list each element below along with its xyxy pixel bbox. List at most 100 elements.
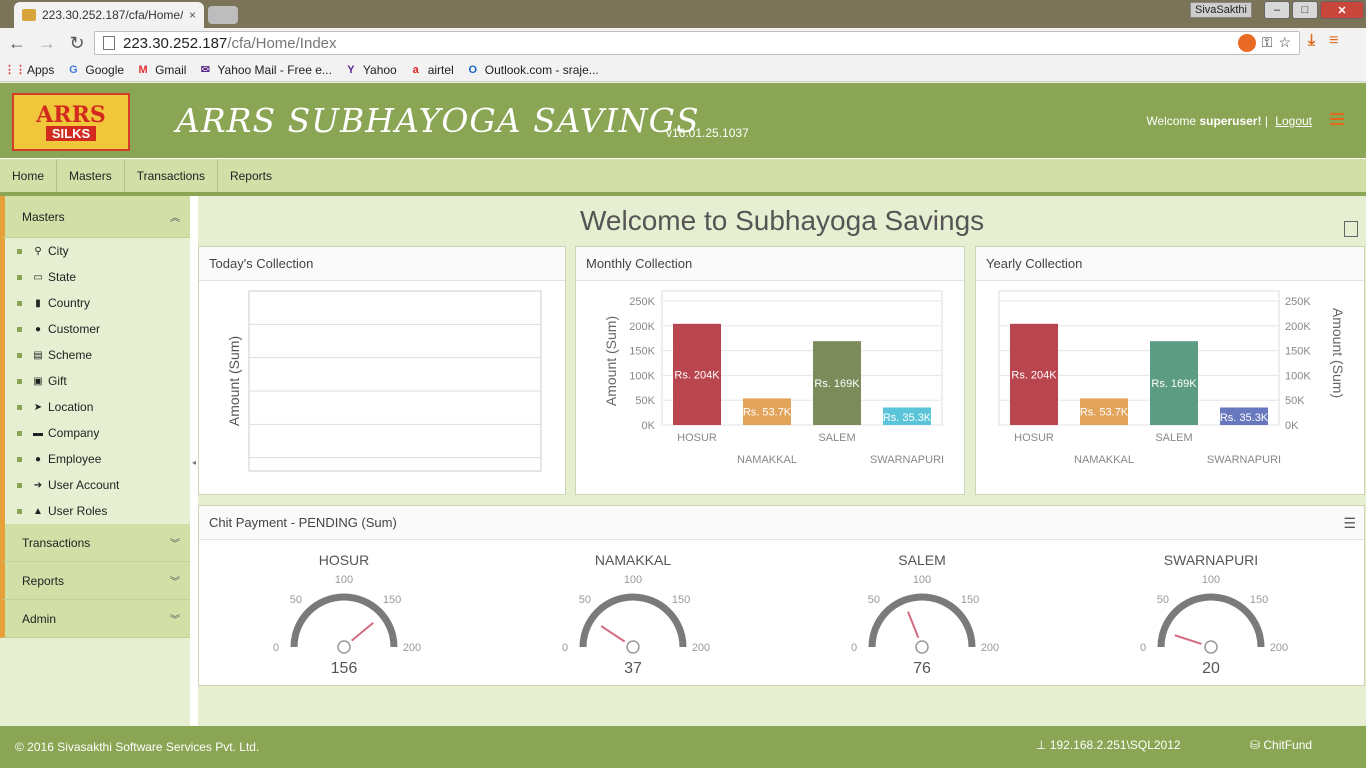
gauge-tick-label: 50 [579,594,591,606]
sign-in-icon: ➔ [33,479,43,491]
bookmark-label: Yahoo [362,62,397,77]
gauge-tick-label: 0 [562,642,568,654]
sidebar-item-gift[interactable]: ▣ Gift [13,368,190,394]
bullet-icon [17,456,22,462]
gauge-title: SWARNAPURI [1164,552,1258,568]
chevron-down-icon[interactable]: ︾ [170,573,180,588]
data-label: Rs. 169K [814,378,860,390]
bookmark-yahoo-mail[interactable]: ✉ Yahoo Mail - Free e... [198,63,332,77]
y-tick-label: 50K [1285,395,1305,407]
chevron-down-icon[interactable]: ︾ [170,535,180,550]
bookmark-apps[interactable]: ⋮⋮ Apps [4,63,54,77]
welcome-text: Welcome superuser! | Logout [1146,114,1312,128]
database-icon: ⛁ [1250,738,1264,752]
gauge-arc [1157,593,1265,648]
sidebar-item-customer[interactable]: ● Customer [13,316,190,342]
bookmark-star-icon[interactable]: ☆ [1278,34,1291,52]
page-title: Welcome to Subhayoga Savings [580,205,985,236]
server-info: ⊥ 192.168.2.251\SQL2012 [1036,738,1181,752]
sidebar-item-user-roles[interactable]: ▲ User Roles [13,498,190,524]
gauge-tick-label: 200 [403,642,421,654]
key-icon[interactable]: ⚿ [1262,34,1273,52]
sidebar-splitter[interactable]: ◂ [190,196,198,726]
reload-icon[interactable]: ↻ [64,33,90,54]
nav-home[interactable]: Home [0,159,58,193]
gauge-value: 37 [624,660,642,677]
sidebar-item-city[interactable]: ⚲ City [13,238,190,264]
bookmark-gmail[interactable]: M Gmail [136,63,186,77]
sidebar-item-employee[interactable]: ● Employee [13,446,190,472]
chevron-up-icon[interactable]: ︽ [170,209,180,224]
panel-title: Monthly Collection [576,247,964,281]
sidebar-item-company[interactable]: ▬ Company [13,420,190,446]
gauge-needle [351,622,374,642]
new-tab-button[interactable] [208,6,238,24]
yearly-collection-chart: 0K 50K 100K 150K 200K 250K Amount (Sum) Rs. 204… [998,290,1346,466]
back-arrow-icon[interactable]: ← [4,33,30,54]
monthly-collection-chart: 0K 50K 100K 150K 200K 250K Amount (Sum) Rs. 204… [603,290,944,466]
gauge-tick-label: 200 [692,642,710,654]
separator: | [1264,114,1268,128]
bookmark-label: Yahoo Mail - Free e... [217,62,332,77]
data-label: Rs. 53.7K [1080,407,1129,419]
window-user-badge[interactable]: SivaSakthi [1190,2,1252,18]
tab-close-icon[interactable]: × [189,8,196,22]
collapse-arrow-icon[interactable]: ◂ [192,458,196,467]
sidebar-item-country[interactable]: ▮ Country [13,290,190,316]
gauge-title: NAMAKKAL [595,552,671,568]
nav-masters[interactable]: Masters [57,159,125,193]
sidebar-section-reports[interactable]: Reports ︾ [0,562,190,600]
x-tick-label: HOSUR [1014,432,1054,444]
bookmark-google[interactable]: G Google [66,63,124,77]
download-icon[interactable]: ⤓ [1308,32,1315,50]
forward-arrow-icon[interactable]: → [34,33,60,54]
chrome-menu-icon[interactable]: ≡ [1329,32,1338,50]
sidebar-section-admin[interactable]: Admin ︾ [0,600,190,638]
sidebar-masters-list: ⚲ City ▭ State ▮ Country ● Customer ▤ Scheme ▣ Gift… [0,238,190,524]
bookmark-airtel[interactable]: a airtel [409,63,454,77]
maximize-icon[interactable]: □ [1292,1,1318,19]
company-logo[interactable]: ARRS SILKS [12,93,130,151]
address-bar[interactable]: 223.30.252.187 /cfa/Home/Index ⚿ ☆ [94,31,1300,55]
sidebar-section-masters[interactable]: Masters ︽ [0,196,190,238]
y-tick-label: 100K [629,370,655,382]
copyright: © 2016 Sivasakthi Software Services Pvt.… [15,740,260,754]
book-icon: ▤ [33,349,43,361]
browser-tab[interactable]: 223.30.252.187/cfa/Home/ × [14,2,204,28]
bookmark-yahoo[interactable]: Y Yahoo [344,62,397,77]
panel-title: Yearly Collection [976,247,1364,281]
sidebar-item-label: Country [48,296,91,310]
main-nav: Home Masters Transactions Reports [0,158,1366,193]
nav-transactions[interactable]: Transactions [125,159,218,193]
chevron-down-icon[interactable]: ︾ [170,611,180,626]
data-label: Rs. 169K [1151,378,1197,390]
nav-reports[interactable]: Reports [218,159,284,193]
sidebar-item-scheme[interactable]: ▤ Scheme [13,342,190,368]
hamburger-menu-icon[interactable] [1330,113,1344,125]
bookmark-label: Google [85,62,125,77]
sidebar-item-label: City [48,244,69,258]
y-axis-label: Amount (Sum) [603,316,619,406]
minimize-icon[interactable]: – [1264,1,1290,19]
sidebar-section-transactions[interactable]: Transactions ︾ [0,524,190,562]
export-icon[interactable] [1344,221,1358,237]
y-tick-label: 100K [1285,370,1311,382]
sidebar-section-label: Admin [22,611,57,626]
extension-icon[interactable] [1237,34,1256,52]
gauge-tick-label: 0 [851,642,857,654]
outlook-icon: O [468,63,478,76]
yahoo-icon: Y [347,63,355,76]
window-close-icon[interactable]: ✕ [1320,1,1364,19]
logo-text-bottom: SILKS [45,125,97,141]
logout-link[interactable]: Logout [1275,114,1312,128]
layers-icon[interactable]: ☰ [1343,515,1356,532]
sidebar-item-state[interactable]: ▭ State [13,264,190,290]
page-icon [103,36,115,50]
gauge-needle [1174,634,1202,645]
bookmark-outlook[interactable]: O Outlook.com - sraje... [466,63,598,77]
sidebar-item-user-account[interactable]: ➔ User Account [13,472,190,498]
app-version: v16.01.25.1037 [666,126,749,140]
toolbar-right: ⤓ ≡ [1308,32,1338,50]
sidebar-item-location[interactable]: ➤ Location [13,394,190,420]
bullet-icon [17,300,22,306]
